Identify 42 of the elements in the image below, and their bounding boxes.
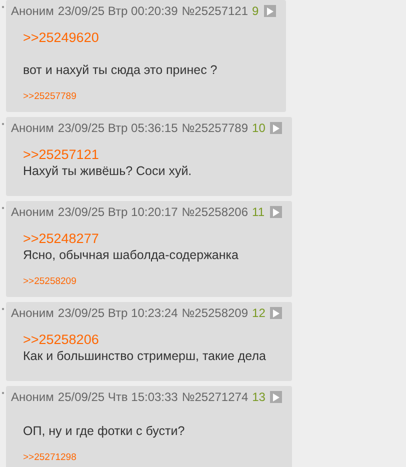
backlink[interactable]: >>25271298 (23, 452, 76, 463)
post-date: 25/09/25 Чтв 15:03:33 (58, 390, 178, 404)
post-text: ОП, ну и где фотки с бусти? (23, 423, 186, 440)
post-number-link[interactable]: №25257789 (182, 121, 248, 135)
menu-button[interactable] (270, 122, 282, 134)
reply-link[interactable]: >>25248277 (23, 230, 282, 247)
poster-name: Аноним (11, 390, 54, 404)
post-number-link[interactable]: №25258209 (182, 306, 248, 320)
post-date: 23/09/25 Втр 05:36:15 (58, 121, 178, 135)
post-ordinal: 12 (252, 306, 266, 320)
post-ordinal: 13 (252, 390, 266, 404)
post-number-link[interactable]: №25271274 (182, 390, 248, 404)
reply-link[interactable]: >>25249620 (23, 29, 276, 46)
play-icon (272, 124, 280, 132)
reply-link[interactable]: >>25257121 (23, 146, 282, 163)
reply-link[interactable]: >>25258206 (23, 331, 282, 348)
poster-name: Аноним (11, 205, 54, 219)
post-ordinal: 9 (252, 4, 259, 18)
post-ordinal: 11 (252, 205, 264, 219)
menu-button[interactable] (270, 307, 282, 319)
poster-name: Аноним (11, 306, 54, 320)
post-date: 23/09/25 Втр 10:20:17 (58, 205, 178, 219)
backlink[interactable]: >>25258209 (23, 276, 76, 287)
post-text: вот и нахуй ты сюда это принес ? (23, 62, 218, 79)
post-text: Нахуй ты живёшь? Соси хуй. (23, 163, 193, 180)
menu-button[interactable] (264, 5, 276, 17)
play-icon (272, 392, 280, 402)
post-text: Ясно, обычная шаболда-содержанка (23, 247, 240, 264)
post-date: 23/09/25 Втр 10:23:24 (58, 306, 178, 320)
poster-name: Аноним (11, 4, 54, 18)
play-icon (266, 6, 274, 16)
menu-button[interactable] (270, 206, 282, 218)
play-icon (272, 308, 280, 318)
post-number-link[interactable]: №25257121 (182, 4, 248, 18)
post-ordinal: 10 (252, 121, 266, 135)
post-date: 23/09/25 Втр 00:20:39 (58, 4, 178, 18)
poster-name: Аноним (11, 121, 54, 135)
menu-button[interactable] (270, 391, 282, 403)
post-text: Как и большинство стримерш, такие дела (23, 348, 267, 365)
backlink[interactable]: >>25257789 (23, 91, 76, 102)
play-icon (272, 208, 280, 216)
post-number-link[interactable]: №25258206 (182, 205, 248, 219)
